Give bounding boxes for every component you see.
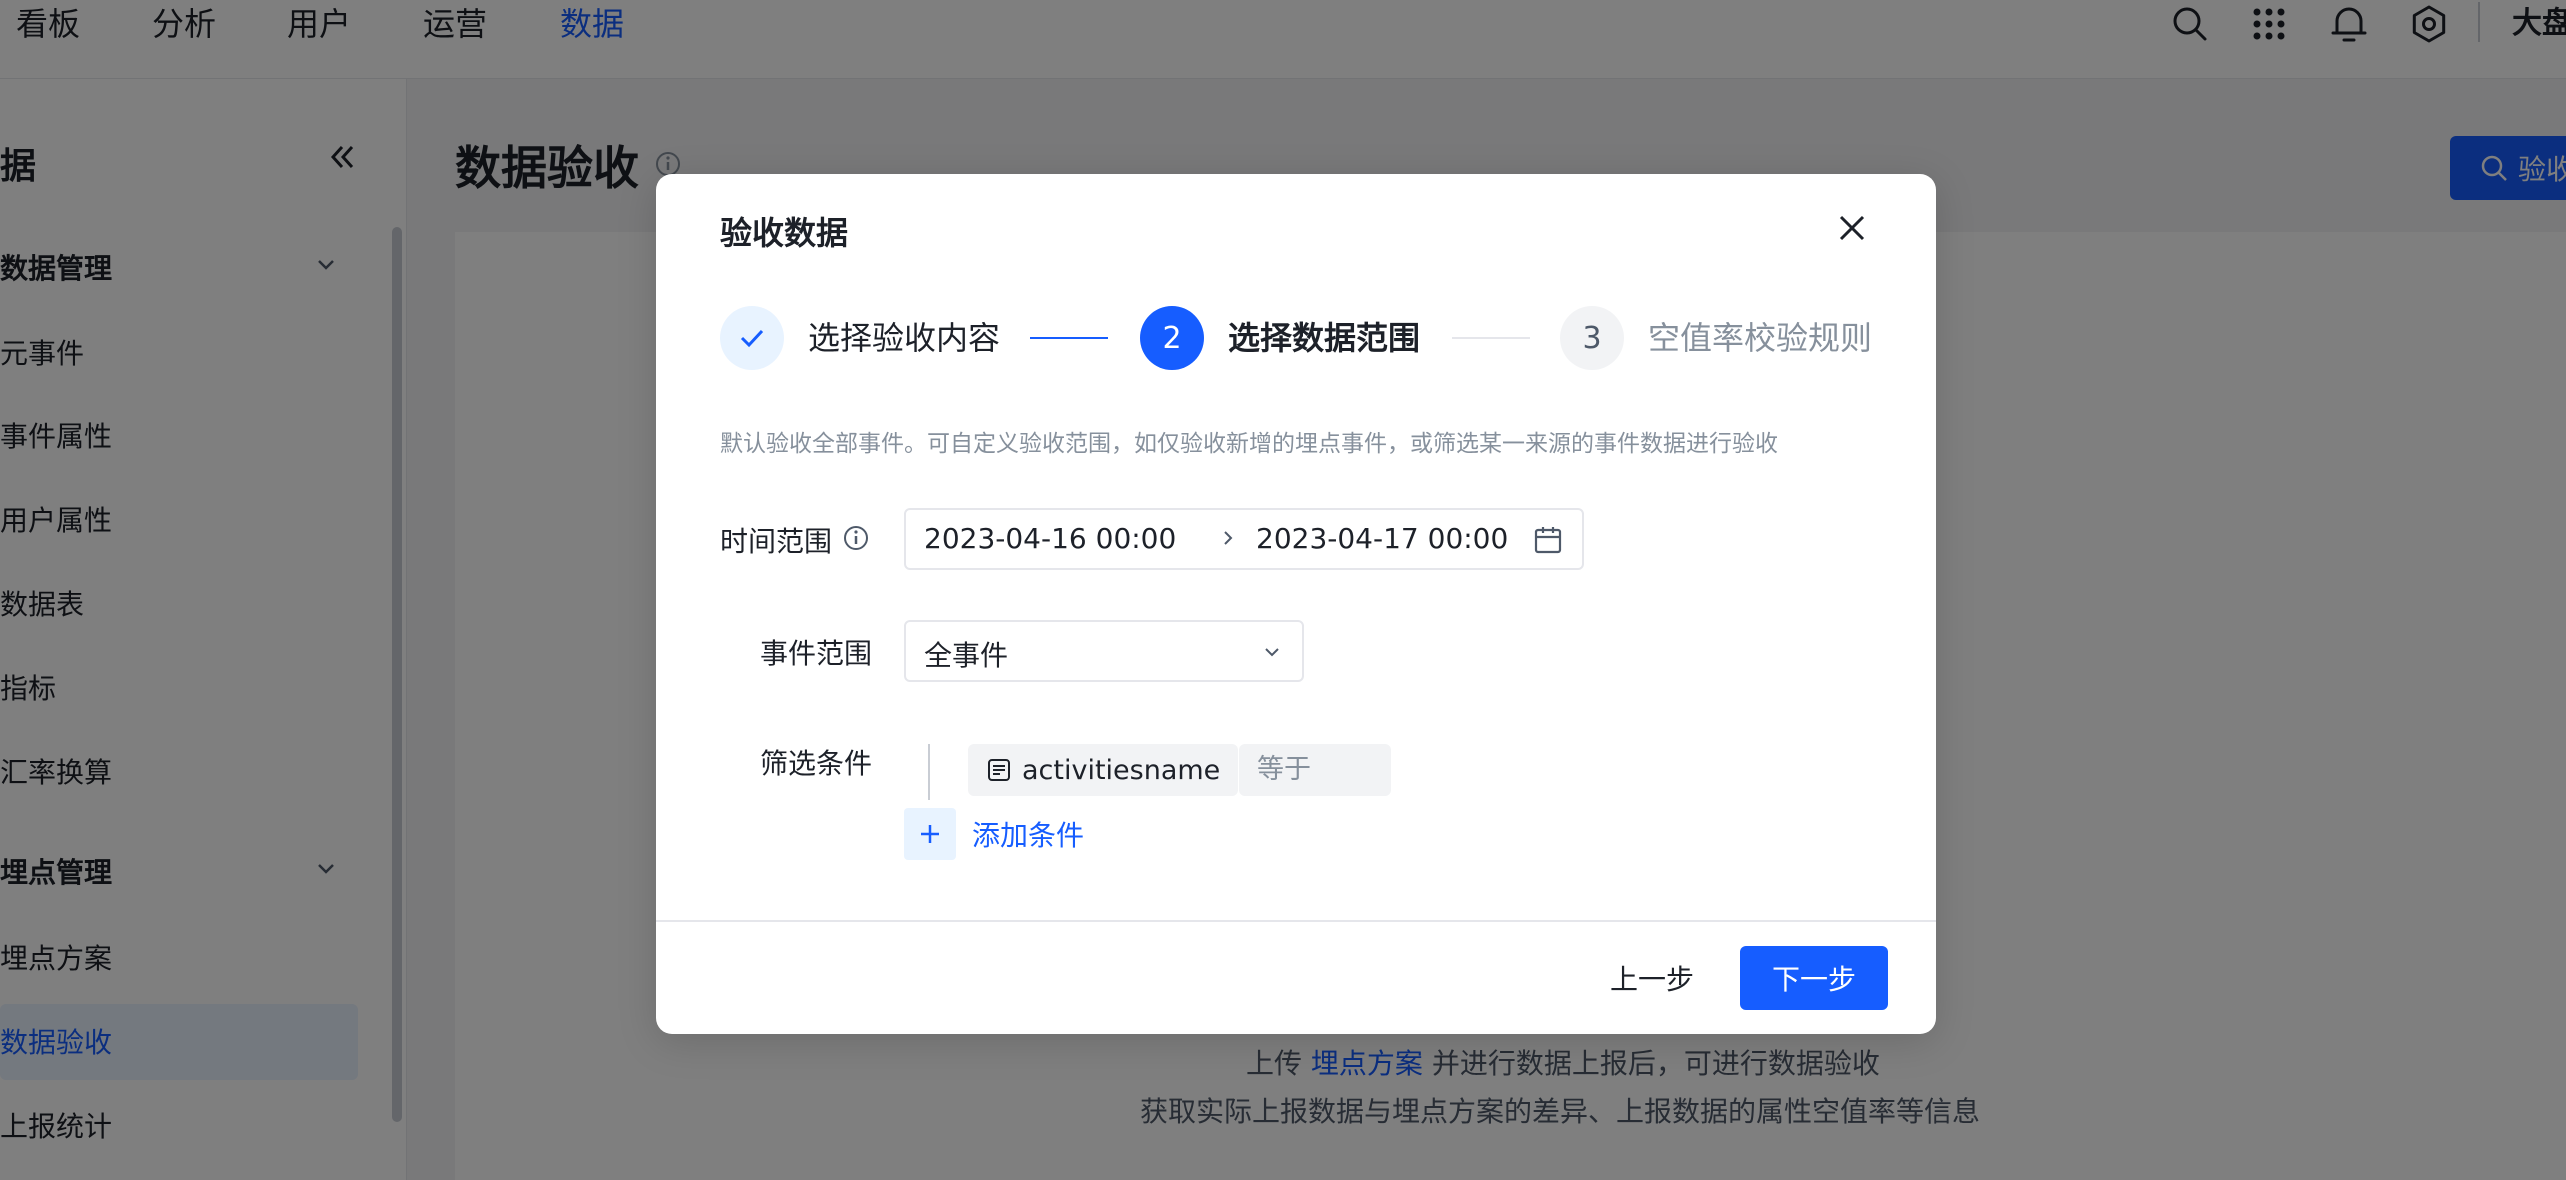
start-time-input[interactable]: 2023-04-16 00:00 — [924, 522, 1176, 555]
filter-bracket — [928, 744, 930, 800]
filter-field-value: activitiesname — [1022, 754, 1221, 786]
step-2-label: 选择数据范围 — [1228, 319, 1421, 357]
step-3-label: 空值率校验规则 — [1648, 319, 1873, 357]
event-range-select[interactable]: 全事件 — [904, 620, 1304, 682]
filter-label: 筛选条件 — [760, 747, 873, 780]
chevron-down-icon — [1260, 640, 1284, 664]
plus-icon — [921, 825, 939, 843]
acceptance-hint: 默认验收全部事件。可自定义验收范围，如仅验收新增的埋点事件，或筛选某一来源的事件… — [720, 431, 1778, 457]
step-2-number: 2 — [1140, 306, 1204, 370]
prev-step-button[interactable]: 上一步 — [1588, 946, 1716, 1010]
filter-operator-select[interactable]: 等于 — [1239, 744, 1391, 796]
step-1-label: 选择验收内容 — [808, 319, 1001, 357]
event-range-label: 事件范围 — [760, 637, 873, 670]
property-icon — [988, 759, 1010, 781]
info-icon[interactable] — [842, 524, 870, 552]
filter-field-select[interactable]: activitiesname — [968, 744, 1239, 796]
modal-footer-divider — [656, 920, 1936, 922]
step-1-check-icon — [720, 306, 784, 370]
step-connector — [1030, 337, 1108, 339]
date-range-picker[interactable]: 2023-04-16 00:00 2023-04-17 00:00 — [904, 508, 1584, 570]
modal-title: 验收数据 — [720, 214, 849, 252]
add-condition-link[interactable]: 添加条件 — [972, 814, 1084, 854]
step-3-number: 3 — [1560, 306, 1624, 370]
close-icon[interactable] — [1832, 208, 1872, 248]
step-connector — [1452, 337, 1530, 339]
calendar-icon[interactable] — [1532, 524, 1564, 556]
next-step-button[interactable]: 下一步 — [1740, 946, 1888, 1010]
event-range-value: 全事件 — [924, 639, 1009, 672]
add-condition-button[interactable] — [904, 808, 956, 860]
arrow-right-icon — [1216, 526, 1240, 550]
acceptance-modal: 验收数据 选择验收内容 2 选择数据范围 3 空值率校验规则 默认验收全部事件。… — [656, 174, 1936, 1034]
time-range-label: 时间范围 — [720, 525, 833, 558]
end-time-input[interactable]: 2023-04-17 00:00 — [1256, 522, 1508, 555]
